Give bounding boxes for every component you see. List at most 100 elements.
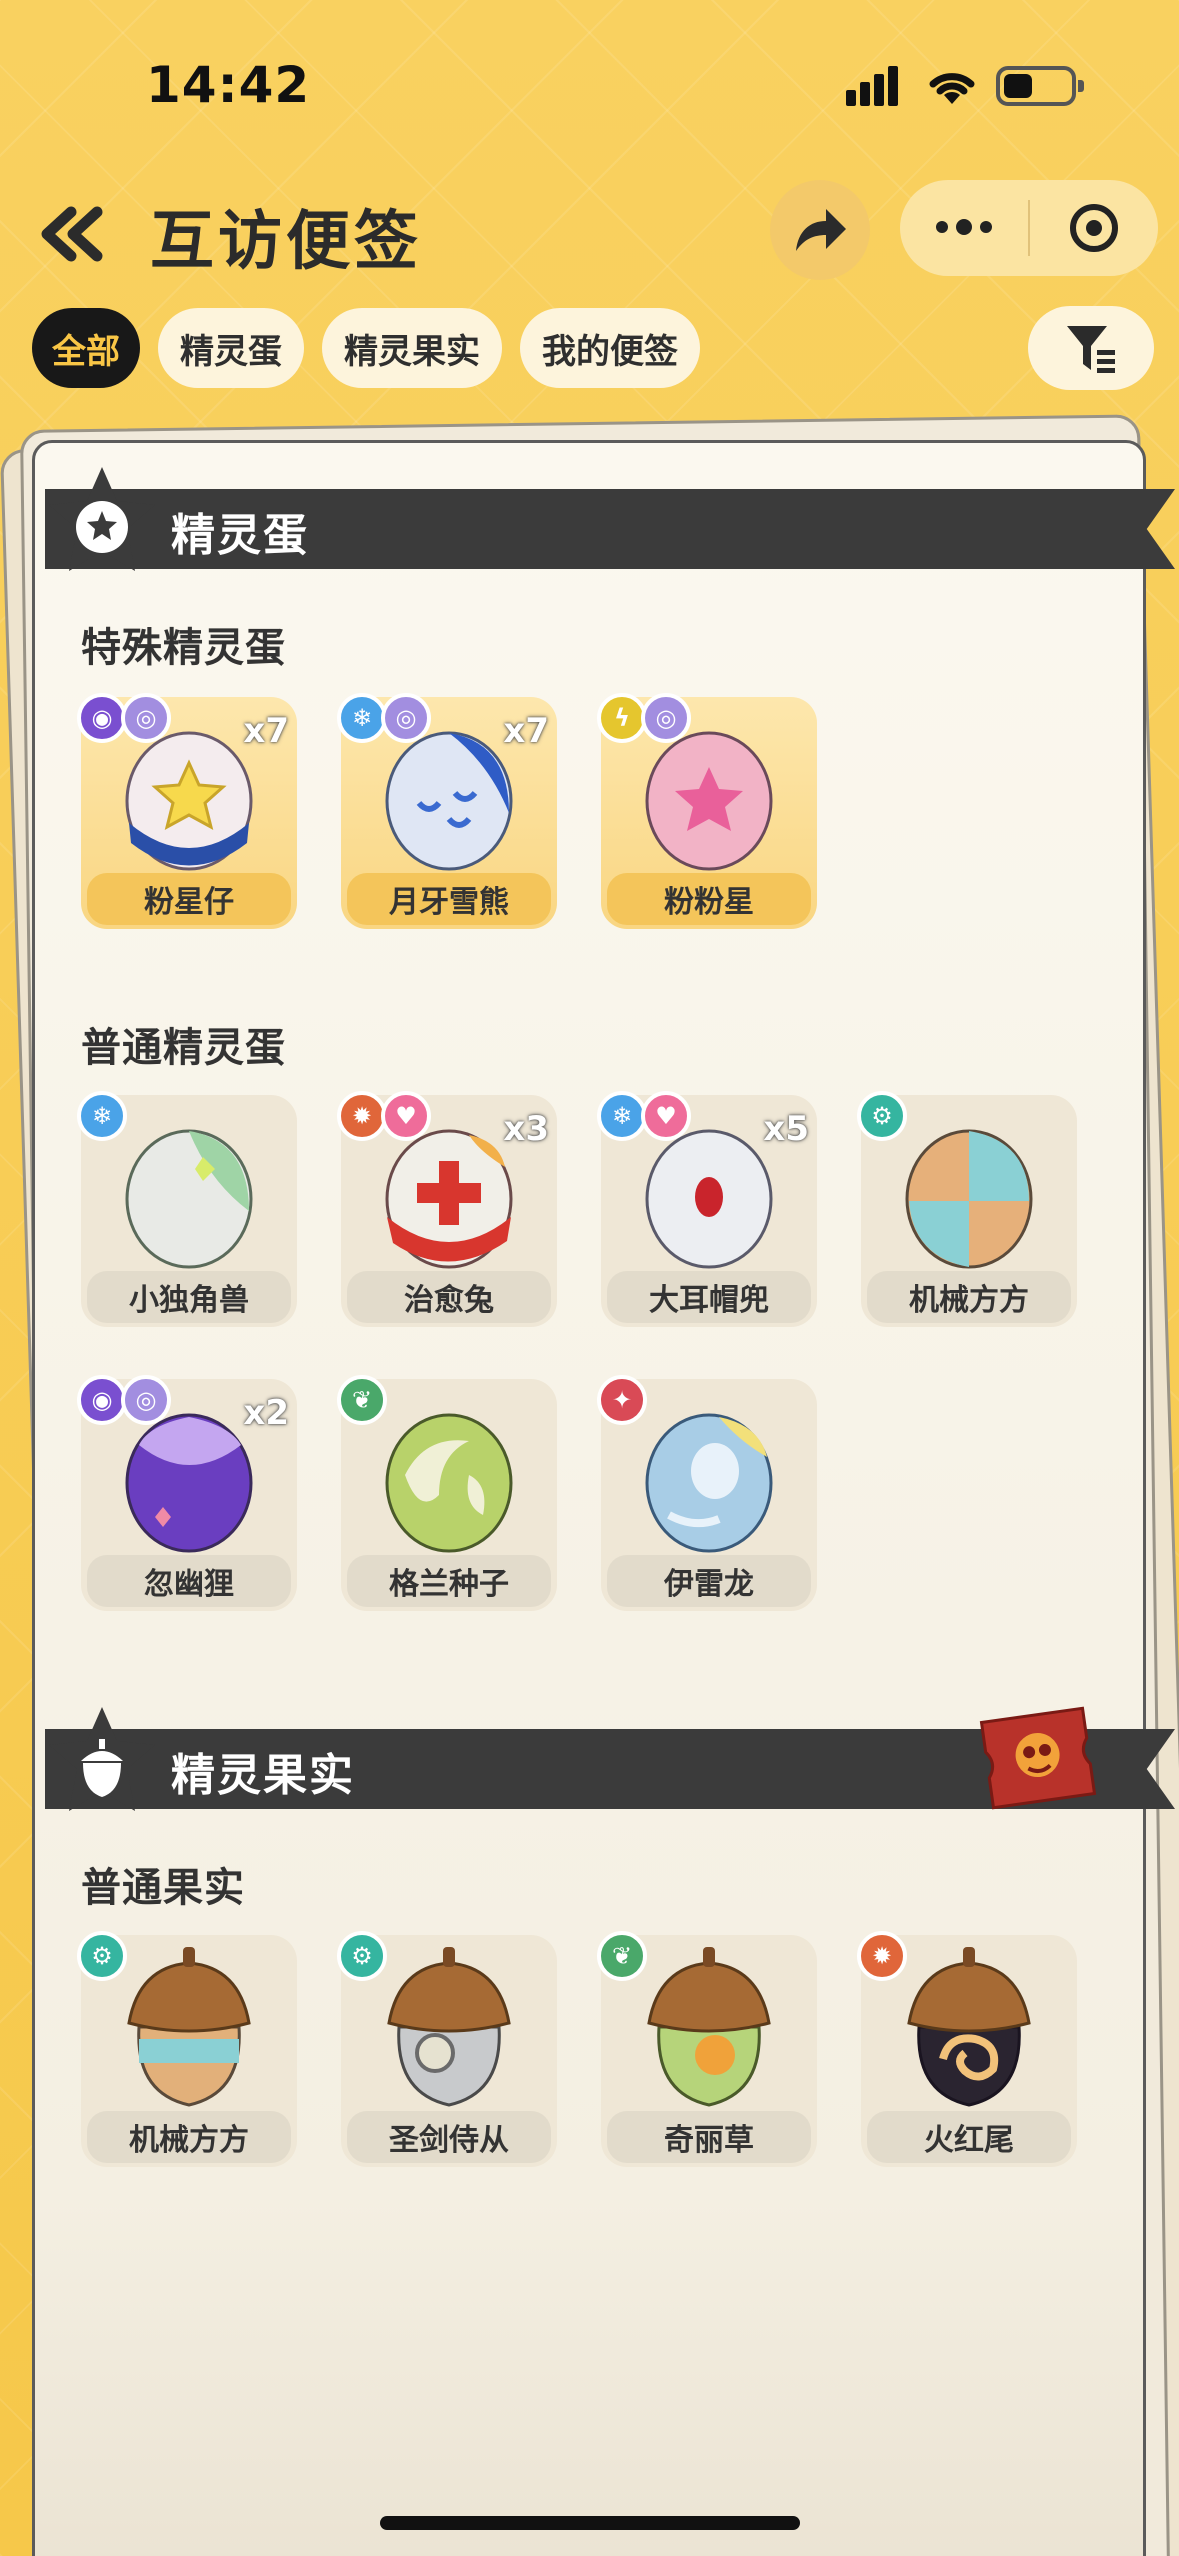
egg-name: 月牙雪熊 bbox=[347, 873, 551, 925]
egg-image bbox=[385, 1413, 513, 1553]
double-chevron-left-icon bbox=[41, 206, 103, 262]
ticket-stamp-icon bbox=[979, 1706, 1097, 1810]
status-bar: 14:42 bbox=[0, 0, 1179, 170]
fruit-name: 奇丽草 bbox=[607, 2111, 811, 2163]
tab-my-notes[interactable]: 我的便签 bbox=[520, 308, 700, 388]
bolt-icon: ϟ bbox=[597, 693, 647, 743]
quantity-badge: x7 bbox=[243, 711, 289, 751]
egg-tile[interactable]: ⚙ 机械方方 bbox=[857, 1091, 1077, 1327]
page-title: 互访便签 bbox=[150, 205, 422, 279]
acorn-image bbox=[387, 1947, 511, 2107]
egg-name: 大耳帽兜 bbox=[607, 1271, 811, 1323]
gear-icon: ⚙ bbox=[337, 1931, 387, 1981]
egg-image bbox=[905, 1129, 1033, 1269]
quantity-badge: x5 bbox=[763, 1109, 809, 1149]
egg-name: 机械方方 bbox=[867, 1271, 1071, 1323]
notes-card: 精灵蛋 特殊精灵蛋 ◉ ◎ x7 粉星仔 ❄ ◎ x7 月牙雪熊 ϟ ◎ 粉粉星… bbox=[32, 440, 1175, 2556]
fruit-tile[interactable]: ❦ 奇丽草 bbox=[597, 1931, 817, 2167]
egg-name: 伊雷龙 bbox=[607, 1555, 811, 1607]
egg-name: 忽幽狸 bbox=[87, 1555, 291, 1607]
target-icon bbox=[1070, 204, 1118, 252]
ice-icon: ❄ bbox=[77, 1091, 127, 1141]
egg-name: 治愈兔 bbox=[347, 1271, 551, 1323]
leaf-icon: ❦ bbox=[597, 1931, 647, 1981]
miniapp-capsule bbox=[900, 180, 1158, 276]
spiral-icon: ◎ bbox=[641, 693, 691, 743]
egg-image bbox=[645, 731, 773, 871]
fruit-name: 机械方方 bbox=[87, 2111, 291, 2163]
share-button[interactable] bbox=[770, 180, 870, 280]
acorn-badge-icon bbox=[49, 1707, 155, 1811]
tab-all[interactable]: 全部 bbox=[32, 308, 140, 388]
heart-icon: ♥ bbox=[641, 1091, 691, 1141]
wifi-icon bbox=[929, 73, 975, 104]
acorn-image bbox=[907, 1947, 1031, 2107]
spiral-icon: ◎ bbox=[121, 693, 171, 743]
egg-tile[interactable]: ✦ 伊雷龙 bbox=[597, 1375, 817, 1611]
acorn-image bbox=[127, 1947, 251, 2107]
tab-eggs[interactable]: 精灵蛋 bbox=[158, 308, 304, 388]
status-time: 14:42 bbox=[146, 56, 311, 114]
close-miniapp-button[interactable] bbox=[1030, 180, 1158, 276]
fruit-tile[interactable]: ✹ 火红尾 bbox=[857, 1931, 1077, 2167]
heart-icon: ♥ bbox=[381, 1091, 431, 1141]
signal-icon bbox=[846, 66, 906, 106]
egg-tile[interactable]: ✹ ♥ x3 治愈兔 bbox=[337, 1091, 557, 1327]
gear-icon: ⚙ bbox=[857, 1091, 907, 1141]
fruit-name: 圣剑侍从 bbox=[347, 2111, 551, 2163]
filter-tabs: 全部 精灵蛋 精灵果实 我的便签 bbox=[32, 308, 700, 388]
fruit-tile[interactable]: ⚙ 圣剑侍从 bbox=[337, 1931, 557, 2167]
spiral-icon: ◎ bbox=[381, 693, 431, 743]
egg-tile[interactable]: ◉ ◎ x2 忽幽狸 bbox=[77, 1375, 297, 1611]
egg-name: 格兰种子 bbox=[347, 1555, 551, 1607]
egg-image bbox=[645, 1413, 773, 1553]
more-dots-icon bbox=[936, 219, 992, 235]
star-badge-icon bbox=[49, 467, 155, 571]
fruit-name: 火红尾 bbox=[867, 2111, 1071, 2163]
egg-tile[interactable]: ❄ ♥ x5 大耳帽兜 bbox=[597, 1091, 817, 1327]
home-indicator[interactable] bbox=[380, 2516, 800, 2530]
egg-image bbox=[125, 1413, 253, 1553]
egg-image bbox=[125, 1129, 253, 1269]
filter-funnel-icon bbox=[1067, 326, 1115, 373]
egg-tile[interactable]: ❄ 小独角兽 bbox=[77, 1091, 297, 1327]
subheading-special-eggs: 特殊精灵蛋 bbox=[81, 625, 286, 671]
header: 互访便签 bbox=[0, 170, 1179, 290]
fire-icon: ✹ bbox=[337, 1091, 387, 1141]
more-button[interactable] bbox=[900, 180, 1028, 276]
fruit-tile[interactable]: ⚙ 机械方方 bbox=[77, 1931, 297, 2167]
egg-tile[interactable]: ϟ ◎ 粉粉星 bbox=[597, 693, 817, 929]
spiral-icon: ◎ bbox=[121, 1375, 171, 1425]
egg-image bbox=[645, 1129, 773, 1269]
section-title-eggs: 精灵蛋 bbox=[171, 510, 309, 561]
battery-icon bbox=[996, 66, 1084, 106]
egg-image bbox=[125, 731, 253, 871]
egg-name: 粉粉星 bbox=[607, 873, 811, 925]
section-title-fruits: 精灵果实 bbox=[171, 1750, 355, 1801]
egg-tile[interactable]: ❦ 格兰种子 bbox=[337, 1375, 557, 1611]
egg-tile[interactable]: ◉ ◎ x7 粉星仔 bbox=[77, 693, 297, 929]
ghost-icon: ◉ bbox=[77, 693, 127, 743]
ice-icon: ❄ bbox=[337, 693, 387, 743]
filter-button[interactable] bbox=[1028, 306, 1154, 390]
ice-icon: ❄ bbox=[597, 1091, 647, 1141]
egg-image bbox=[385, 1129, 513, 1269]
egg-name: 小独角兽 bbox=[87, 1271, 291, 1323]
fire-icon: ✹ bbox=[857, 1931, 907, 1981]
egg-tile[interactable]: ❄ ◎ x7 月牙雪熊 bbox=[337, 693, 557, 929]
subheading-normal-eggs: 普通精灵蛋 bbox=[81, 1025, 286, 1071]
egg-image bbox=[385, 731, 513, 871]
quantity-badge: x2 bbox=[243, 1393, 289, 1433]
fang-icon: ✦ bbox=[597, 1375, 647, 1425]
quantity-badge: x3 bbox=[503, 1109, 549, 1149]
back-button[interactable] bbox=[30, 194, 110, 274]
gear-icon: ⚙ bbox=[77, 1931, 127, 1981]
acorn-image bbox=[647, 1947, 771, 2107]
quantity-badge: x7 bbox=[503, 711, 549, 751]
tab-fruits[interactable]: 精灵果实 bbox=[322, 308, 502, 388]
leaf-icon: ❦ bbox=[337, 1375, 387, 1425]
share-arrow-icon bbox=[796, 209, 846, 251]
egg-name: 粉星仔 bbox=[87, 873, 291, 925]
ghost-icon: ◉ bbox=[77, 1375, 127, 1425]
subheading-normal-fruits: 普通果实 bbox=[81, 1865, 245, 1911]
